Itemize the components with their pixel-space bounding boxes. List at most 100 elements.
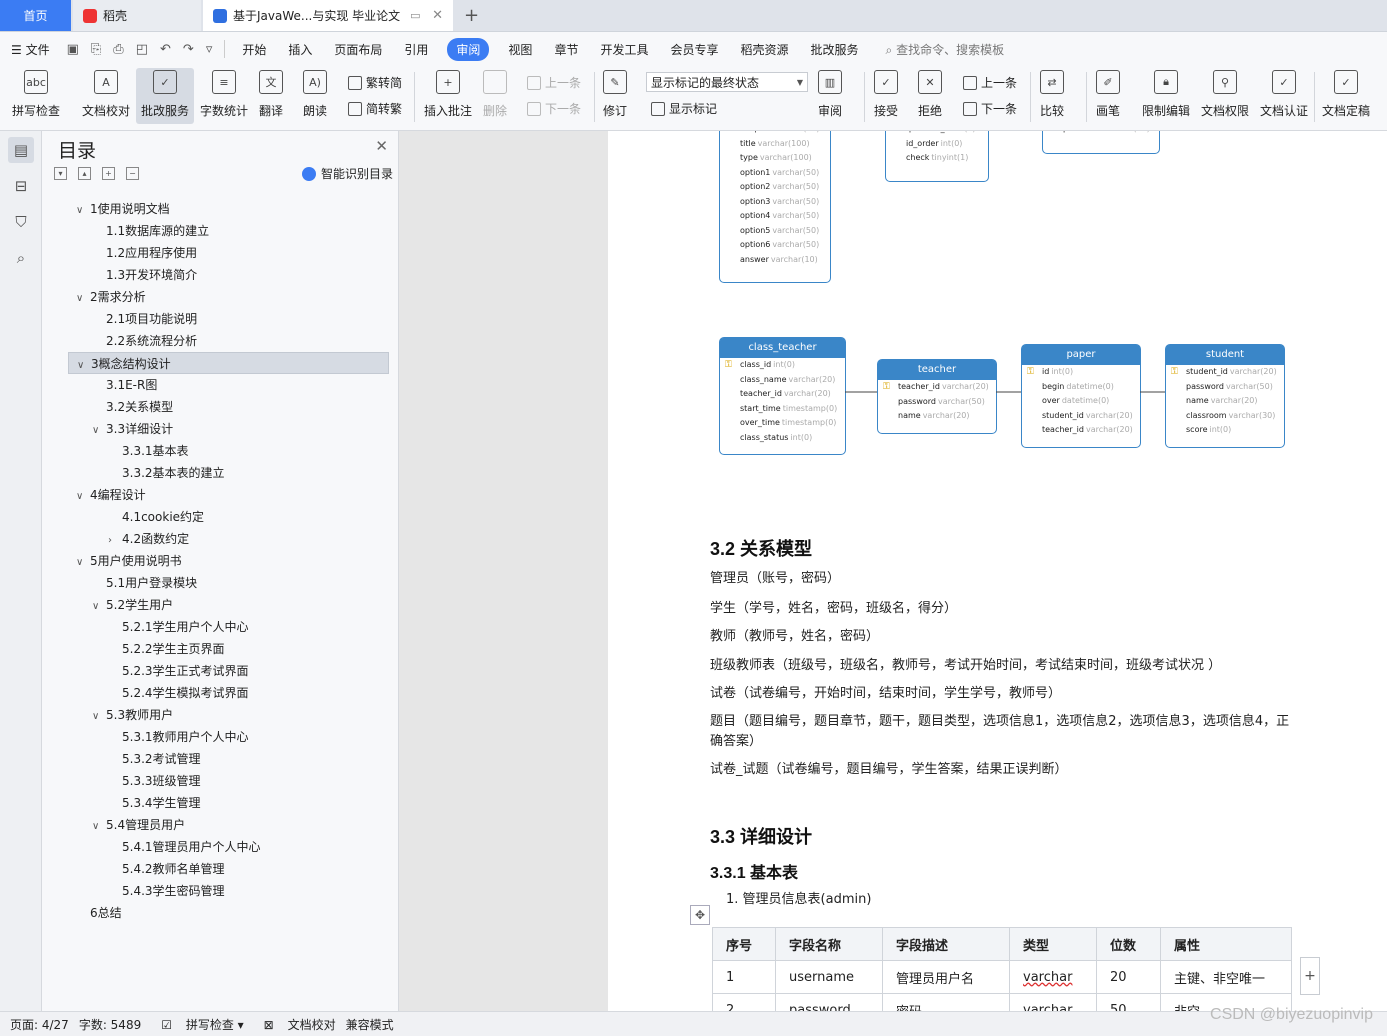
- table-cell[interactable]: 1: [712, 960, 776, 994]
- toc-item[interactable]: 6总结: [42, 902, 388, 924]
- bookmark-icon[interactable]: ⛉: [8, 209, 34, 235]
- toc-item[interactable]: 3.2关系模型: [42, 396, 388, 418]
- toc-item[interactable]: 5.2.3学生正式考试界面: [42, 660, 388, 682]
- next-change-button[interactable]: 下一条: [963, 100, 1017, 117]
- toc-item[interactable]: 5.4.1管理员用户个人中心: [42, 836, 388, 858]
- chevron-right-icon[interactable]: ›: [108, 530, 122, 552]
- toc-item[interactable]: 5.3.2考试管理: [42, 748, 388, 770]
- menu-view[interactable]: 视图: [508, 41, 532, 58]
- table-move-handle-icon[interactable]: ✥: [690, 905, 710, 925]
- toc-item[interactable]: 5.3.1教师用户个人中心: [42, 726, 388, 748]
- toc-item[interactable]: 5.1用户登录模块: [42, 572, 388, 594]
- spell-check-button[interactable]: abc 拼写检查: [12, 70, 60, 119]
- redo-icon[interactable]: ↷: [183, 42, 194, 57]
- menu-layout[interactable]: 页面布局: [334, 41, 382, 58]
- prev-comment-button[interactable]: 上一条: [527, 74, 581, 91]
- chevron-down-icon[interactable]: ∨: [92, 596, 106, 618]
- table-cell[interactable]: 管理员用户名: [882, 960, 1010, 994]
- toc-item[interactable]: 5.2.2学生主页界面: [42, 638, 388, 660]
- chevron-down-icon[interactable]: ∨: [76, 200, 90, 222]
- pen-button[interactable]: ✐ 画笔: [1096, 70, 1120, 119]
- table-cell[interactable]: username: [775, 960, 883, 994]
- toc-item[interactable]: ∨ 2需求分析: [42, 286, 388, 308]
- correction-service-button[interactable]: ✓ 批改服务: [136, 68, 195, 124]
- review-pane-button[interactable]: ▥ 审阅: [818, 70, 842, 119]
- compare-button[interactable]: ⇄ 比较: [1040, 70, 1064, 119]
- word-count[interactable]: 字数: 5489: [79, 1016, 141, 1033]
- simp-to-trad-button[interactable]: 简转繁: [348, 100, 402, 117]
- toc-item[interactable]: 3.1E-R图: [42, 374, 388, 396]
- close-tab-icon[interactable]: ✕: [432, 8, 443, 23]
- track-changes-button[interactable]: ✎ 修订: [603, 70, 627, 119]
- expand-up-icon[interactable]: ▴: [78, 167, 91, 180]
- toc-item[interactable]: ∨ 1使用说明文档: [42, 198, 388, 220]
- insert-comment-button[interactable]: + 插入批注: [424, 70, 472, 119]
- delete-comment-button[interactable]: 删除: [483, 70, 507, 119]
- chevron-down-icon[interactable]: ∨: [92, 420, 106, 442]
- status-doc-proof[interactable]: ⊠ 文档校对: [254, 1016, 336, 1033]
- show-markup-button[interactable]: 显示标记: [651, 100, 717, 117]
- menu-reference[interactable]: 引用: [404, 41, 428, 58]
- table-cell[interactable]: varchar: [1009, 960, 1097, 994]
- save-icon[interactable]: ▣: [67, 42, 79, 57]
- chevron-down-icon[interactable]: ∨: [76, 288, 90, 310]
- undo-icon[interactable]: ↶: [160, 42, 171, 57]
- reject-button[interactable]: ✕ 拒绝: [918, 70, 942, 119]
- chevron-down-icon[interactable]: ∨: [92, 706, 106, 728]
- command-search[interactable]: ⌕ 查找命令、搜索模板: [886, 41, 1005, 58]
- toc-item[interactable]: 5.4.3学生密码管理: [42, 880, 388, 902]
- toc-item[interactable]: › 4.2函数约定: [42, 528, 388, 550]
- trad-to-simp-button[interactable]: 繁转简: [348, 74, 402, 91]
- toc-item[interactable]: ∨ 5.3教师用户: [42, 704, 388, 726]
- add-heading-icon[interactable]: +: [102, 167, 115, 180]
- chevron-down-icon[interactable]: ∨: [92, 816, 106, 838]
- ai-toc-button[interactable]: 智能识别目录: [302, 165, 393, 182]
- tab-document[interactable]: 基于JavaWe...与实现 毕业论文 ▭ ✕: [203, 0, 453, 31]
- toc-item[interactable]: 5.2.4学生模拟考试界面: [42, 682, 388, 704]
- export-pdf-icon[interactable]: ⎘: [91, 42, 101, 57]
- search-icon[interactable]: ⌕: [8, 245, 34, 271]
- menu-review[interactable]: 审阅: [447, 37, 490, 61]
- table-cell[interactable]: 20: [1096, 960, 1161, 994]
- toc-item[interactable]: 5.4.2教师名单管理: [42, 858, 388, 880]
- page-indicator[interactable]: 页面: 4/27: [10, 1016, 69, 1033]
- accept-button[interactable]: ✓ 接受: [874, 70, 898, 119]
- toc-item[interactable]: ∨ 5.2学生用户: [42, 594, 388, 616]
- menu-chapter[interactable]: 章节: [554, 41, 578, 58]
- toc-item[interactable]: 1.2应用程序使用: [42, 242, 388, 264]
- toc-item[interactable]: 1.3开发环境简介: [42, 264, 388, 286]
- translate-button[interactable]: 文翻译: [259, 70, 283, 119]
- doc-finalize-button[interactable]: ✓ 文档定稿: [1322, 70, 1370, 119]
- doc-proof-button[interactable]: A 文档校对: [82, 70, 130, 119]
- print-icon[interactable]: ⎙: [113, 42, 123, 57]
- tab-home[interactable]: 首页: [0, 0, 71, 31]
- toc-item[interactable]: 3.3.2基本表的建立: [42, 462, 388, 484]
- document-page[interactable]: chaptervarchar(10)titlevarchar(100)typev…: [608, 131, 1387, 1011]
- file-menu[interactable]: ☰ 文件: [11, 41, 50, 58]
- print-preview-icon[interactable]: ◰: [136, 42, 148, 57]
- toc-item[interactable]: 4.1cookie约定: [42, 506, 388, 528]
- add-column-icon[interactable]: +: [1300, 957, 1320, 995]
- toc-item[interactable]: 2.1项目功能说明: [42, 308, 388, 330]
- toc-item[interactable]: 3.3.1基本表: [42, 440, 388, 462]
- markup-state-select[interactable]: 显示标记的最终状态 ▼: [646, 72, 808, 92]
- prev-change-button[interactable]: 上一条: [963, 74, 1017, 91]
- doc-permission-button[interactable]: ⚲ 文档权限: [1201, 70, 1249, 119]
- toc-item[interactable]: 5.2.1学生用户个人中心: [42, 616, 388, 638]
- tab-daoke[interactable]: 稻壳: [73, 0, 201, 31]
- menu-member[interactable]: 会员专享: [670, 41, 718, 58]
- menu-insert[interactable]: 插入: [288, 41, 312, 58]
- menu-correction[interactable]: 批改服务: [811, 41, 859, 58]
- window-restore-icon[interactable]: ▭: [410, 9, 420, 22]
- restrict-editing-button[interactable]: 🔒︎ 限制编辑: [1142, 70, 1190, 119]
- read-aloud-button[interactable]: A) 朗读: [303, 70, 327, 119]
- word-count-button[interactable]: ≡ 字数统计: [200, 70, 248, 119]
- menu-daoke-resources[interactable]: 稻壳资源: [740, 41, 788, 58]
- collapse-all-icon[interactable]: ▾: [54, 167, 67, 180]
- close-icon[interactable]: ✕: [375, 137, 388, 155]
- toc-item[interactable]: 2.2系统流程分析: [42, 330, 388, 352]
- status-spell-check[interactable]: ☑ 拼写检查 ▾: [151, 1016, 243, 1033]
- toc-panel-icon[interactable]: ▤: [8, 137, 34, 163]
- toc-item[interactable]: ∨ 3概念结构设计: [68, 352, 389, 374]
- quick-access-dropdown-icon[interactable]: ▿: [206, 42, 213, 57]
